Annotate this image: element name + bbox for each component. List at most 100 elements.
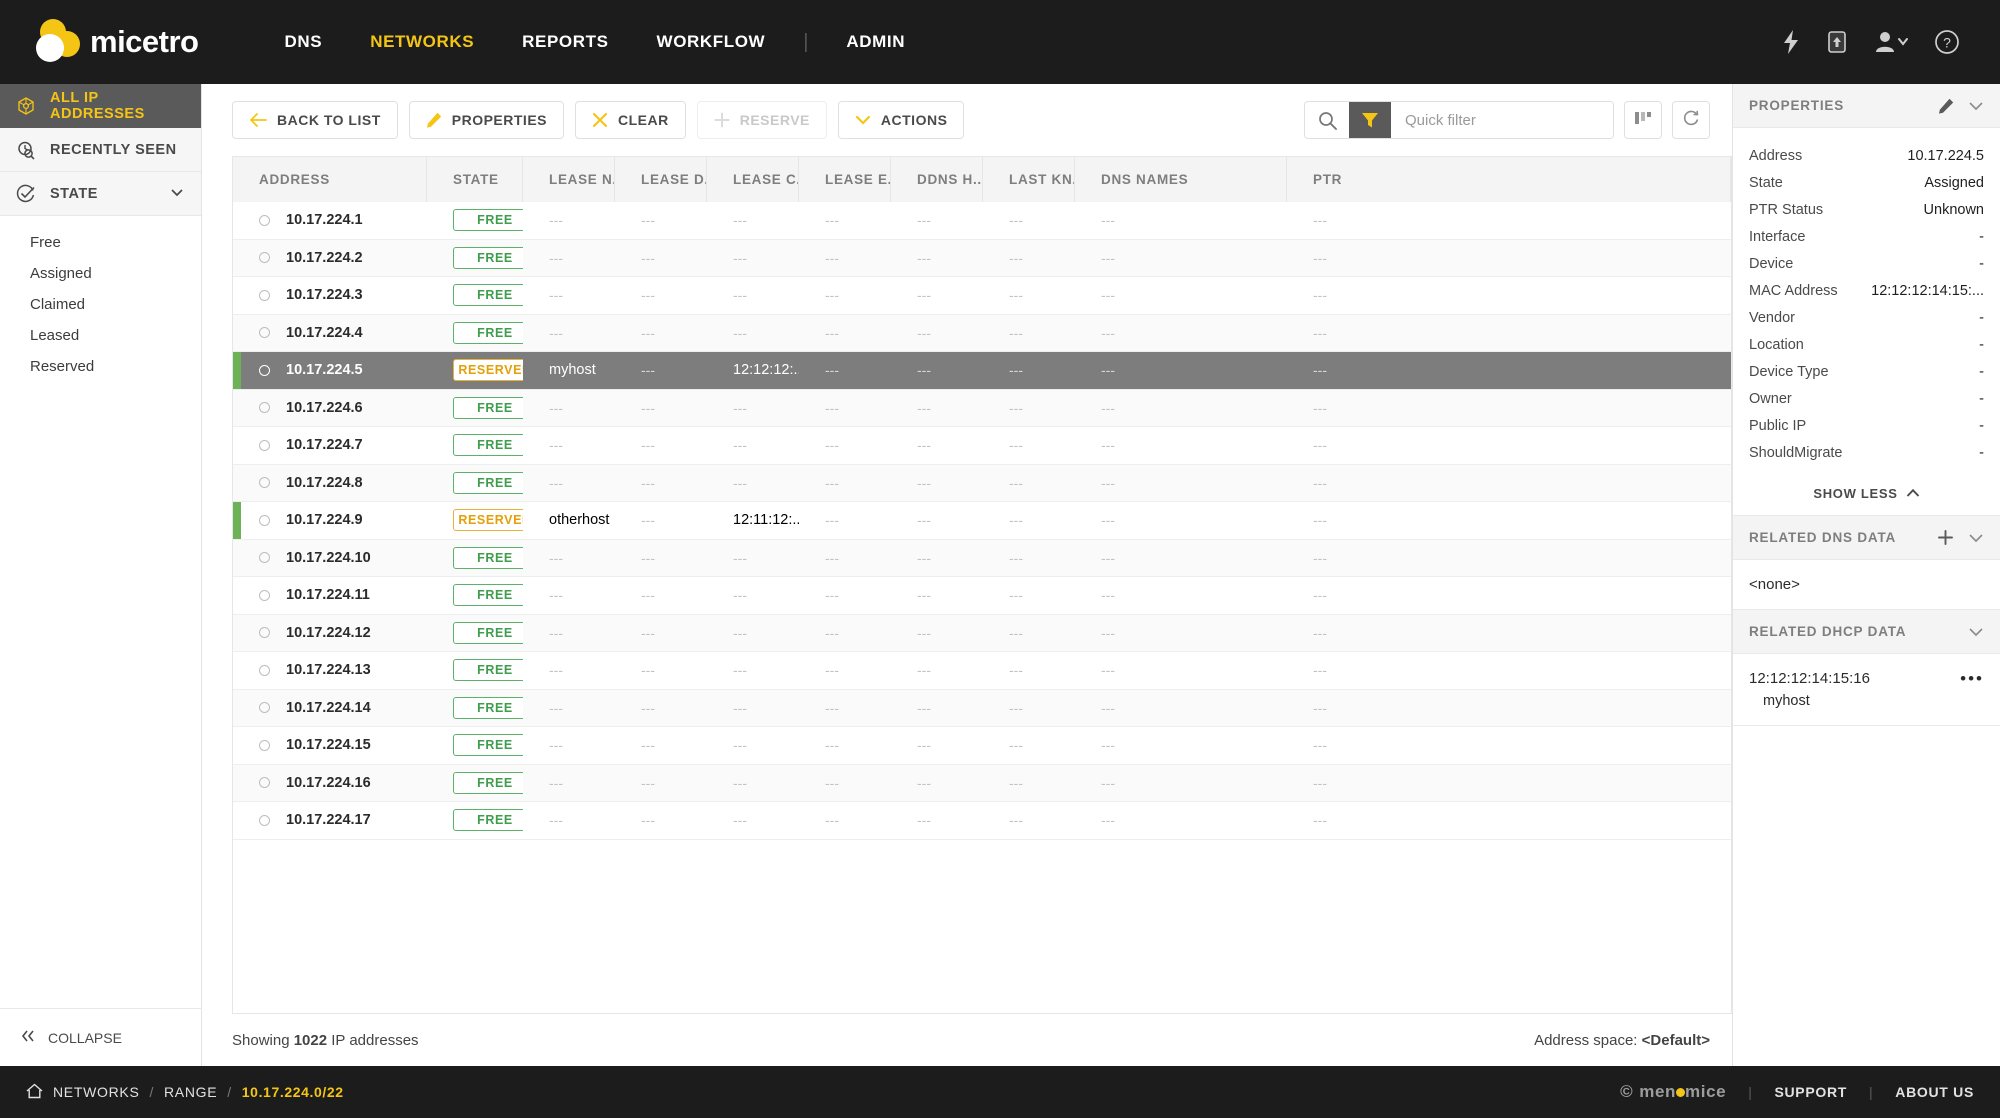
nav-item-workflow[interactable]: WORKFLOW: [633, 32, 790, 52]
row-select-radio[interactable]: [259, 739, 270, 751]
close-x-icon: [592, 112, 608, 128]
column-header-state[interactable]: STATE: [427, 157, 523, 202]
quick-filter-input[interactable]: [1391, 102, 1613, 138]
sidebar-state-option-free[interactable]: Free: [30, 234, 201, 251]
table-row[interactable]: 10.17.224.4 FREE --- --- --- --- --- --- --- ---: [233, 314, 1731, 352]
breadcrumb-networks[interactable]: NETWORKS: [53, 1084, 140, 1100]
sidebar-collapse-label: COLLAPSE: [48, 1029, 122, 1046]
table-row[interactable]: 10.17.224.7 FREE --- --- --- --- --- --- --- ---: [233, 427, 1731, 465]
footer-link-about-us[interactable]: ABOUT US: [1895, 1084, 1974, 1100]
column-header-lease-n[interactable]: LEASE N...: [523, 157, 615, 202]
refresh-button[interactable]: [1672, 101, 1710, 139]
column-header-ddns-h[interactable]: DDNS H...: [891, 157, 983, 202]
row-select-radio[interactable]: [259, 777, 270, 789]
clear-button[interactable]: CLEAR: [575, 101, 686, 139]
column-header-ptr[interactable]: PTR: [1287, 157, 1731, 202]
breadcrumb-current-range[interactable]: 10.17.224.0/22: [242, 1084, 344, 1100]
table-row[interactable]: 10.17.224.16 FREE --- --- --- --- --- --- --- ---: [233, 764, 1731, 802]
dhcp-item-menu-icon[interactable]: •••: [1960, 670, 1984, 687]
empty-value: ---: [733, 549, 747, 566]
column-header-address[interactable]: ADDRESS: [233, 157, 427, 202]
row-select-radio[interactable]: [259, 252, 270, 264]
cell-address: 10.17.224.4: [233, 325, 427, 341]
cell-lease-e: ---: [799, 250, 891, 266]
cell-lease-name: ---: [523, 550, 615, 566]
column-header-last-kn[interactable]: LAST KN...: [983, 157, 1075, 202]
help-circle-icon[interactable]: ?: [1934, 29, 1960, 55]
chevron-down-icon[interactable]: [1968, 626, 1984, 638]
cell-dns-names: ---: [1075, 437, 1287, 453]
user-icon[interactable]: [1874, 30, 1908, 54]
table-row[interactable]: 10.17.224.5 RESERVED myhost --- 12:12:12:...…: [233, 352, 1731, 390]
row-select-radio[interactable]: [259, 402, 270, 414]
address-text: 10.17.224.11: [286, 587, 370, 604]
sidebar-item-state[interactable]: STATE: [0, 172, 201, 216]
row-select-radio[interactable]: [259, 477, 270, 489]
row-select-radio[interactable]: [259, 214, 270, 226]
table-row[interactable]: 10.17.224.3 FREE --- --- --- --- --- --- --- ---: [233, 277, 1731, 315]
sidebar-item-recently-seen[interactable]: RECENTLY SEEN: [0, 128, 201, 172]
row-select-radio[interactable]: [259, 702, 270, 714]
sidebar-item-all-ip-addresses[interactable]: ALL IP ADDRESSES: [0, 84, 201, 128]
table-row[interactable]: 10.17.224.11 FREE --- --- --- --- --- --- --- ---: [233, 577, 1731, 615]
actions-button[interactable]: ACTIONS: [837, 101, 965, 139]
columns-button[interactable]: [1624, 101, 1662, 139]
filter-funnel-icon[interactable]: [1349, 102, 1391, 138]
row-select-radio[interactable]: [259, 627, 270, 639]
home-icon[interactable]: [26, 1083, 43, 1102]
plus-icon[interactable]: [1937, 529, 1954, 546]
properties-button[interactable]: PROPERTIES: [408, 101, 564, 139]
cell-value: myhost: [549, 362, 596, 379]
row-select-radio[interactable]: [259, 514, 270, 526]
row-select-radio[interactable]: [259, 327, 270, 339]
table-row[interactable]: 10.17.224.1 FREE --- --- --- --- --- --- --- ---: [233, 202, 1731, 240]
table-row[interactable]: 10.17.224.12 FREE --- --- --- --- --- --- --- ---: [233, 614, 1731, 652]
column-header-dns-names[interactable]: DNS NAMES: [1075, 157, 1287, 202]
breadcrumb-range[interactable]: RANGE: [164, 1084, 217, 1100]
table-row[interactable]: 10.17.224.17 FREE --- --- --- --- --- --- --- ---: [233, 802, 1731, 840]
show-less-button[interactable]: SHOW LESS: [1733, 472, 2000, 516]
table-row[interactable]: 10.17.224.14 FREE --- --- --- --- --- --- --- ---: [233, 689, 1731, 727]
column-header-lease-e[interactable]: LEASE E...: [799, 157, 891, 202]
ip-address-table: ADDRESS STATE LEASE N... LEASE D... LEAS…: [202, 156, 1732, 1014]
footer-link-support[interactable]: SUPPORT: [1774, 1084, 1847, 1100]
chevron-down-icon[interactable]: [1968, 100, 1984, 112]
table-row[interactable]: 10.17.224.8 FREE --- --- --- --- --- --- --- ---: [233, 464, 1731, 502]
pencil-icon[interactable]: [1938, 98, 1954, 114]
nav-item-reports[interactable]: REPORTS: [498, 32, 632, 52]
row-status-marker: [233, 427, 241, 464]
lightning-bolt-icon[interactable]: [1782, 30, 1800, 54]
row-select-radio[interactable]: [259, 589, 270, 601]
upload-box-icon[interactable]: [1826, 30, 1848, 54]
sidebar-state-option-claimed[interactable]: Claimed: [30, 296, 201, 313]
row-select-radio[interactable]: [259, 364, 270, 376]
table-row[interactable]: 10.17.224.13 FREE --- --- --- --- --- --- --- ---: [233, 652, 1731, 690]
dhcp-list-item[interactable]: 12:12:12:14:15:16 ••• myhost: [1733, 654, 2000, 726]
sidebar-state-option-leased[interactable]: Leased: [30, 327, 201, 344]
row-select-radio[interactable]: [259, 552, 270, 564]
app-logo[interactable]: micetro: [26, 19, 199, 65]
column-header-lease-c[interactable]: LEASE C...: [707, 157, 799, 202]
nav-item-dns[interactable]: DNS: [260, 32, 346, 52]
row-select-radio[interactable]: [259, 664, 270, 676]
back-to-list-button[interactable]: BACK TO LIST: [232, 101, 398, 139]
table-row[interactable]: 10.17.224.9 RESERVED otherhost --- 12:11:12:…: [233, 502, 1731, 540]
table-row[interactable]: 10.17.224.2 FREE --- --- --- --- --- --- --- ---: [233, 239, 1731, 277]
chevron-down-icon[interactable]: [1968, 532, 1984, 544]
sidebar-state-option-reserved[interactable]: Reserved: [30, 358, 201, 375]
column-header-lease-d[interactable]: LEASE D...: [615, 157, 707, 202]
table-row[interactable]: 10.17.224.10 FREE --- --- --- --- --- --- --- ---: [233, 539, 1731, 577]
nav-item-admin[interactable]: ADMIN: [822, 32, 929, 52]
sidebar-state-option-assigned[interactable]: Assigned: [30, 265, 201, 282]
table-row[interactable]: 10.17.224.15 FREE --- --- --- --- --- --- --- ---: [233, 727, 1731, 765]
sidebar-collapse-button[interactable]: COLLAPSE: [0, 1008, 201, 1066]
property-value: -: [1979, 228, 1984, 245]
chevron-down-icon[interactable]: [169, 184, 185, 204]
search-icon[interactable]: [1305, 111, 1349, 130]
nav-item-networks[interactable]: NETWORKS: [346, 32, 498, 52]
row-select-radio[interactable]: [259, 439, 270, 451]
table-row[interactable]: 10.17.224.6 FREE --- --- --- --- --- --- --- ---: [233, 389, 1731, 427]
property-row: Address 10.17.224.5: [1749, 142, 1984, 169]
row-select-radio[interactable]: [259, 289, 270, 301]
row-select-radio[interactable]: [259, 814, 270, 826]
